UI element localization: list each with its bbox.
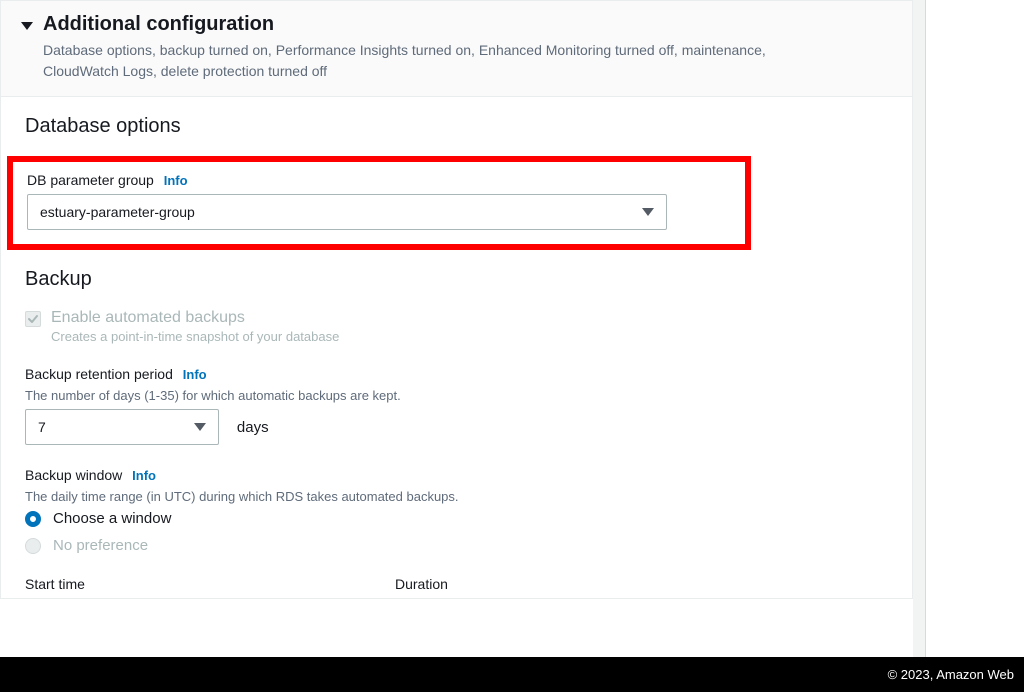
backup-window-block: Backup window Info The daily time range … [25, 467, 888, 554]
dropdown-triangle-icon [642, 208, 654, 216]
backup-window-nopref-row: No preference [25, 537, 888, 554]
backup-retention-select[interactable]: 7 [25, 409, 219, 445]
db-parameter-group-label: DB parameter group Info [27, 172, 731, 188]
enable-automated-backups-label: Enable automated backups [51, 309, 339, 327]
backup-window-choose-row[interactable]: Choose a window [25, 510, 888, 527]
panel-header[interactable]: Additional configuration Database option… [1, 1, 912, 97]
panel-subtitle: Database options, backup turned on, Perf… [43, 40, 843, 82]
radio-no-preference [25, 538, 41, 554]
duration-label: Duration [395, 576, 765, 592]
backup-retention-info-link[interactable]: Info [183, 367, 207, 382]
db-parameter-group-label-text: DB parameter group [27, 172, 154, 188]
backup-retention-value: 7 [38, 419, 194, 435]
additional-configuration-panel: Additional configuration Database option… [0, 0, 913, 599]
caret-down-icon [21, 22, 33, 30]
check-icon [27, 313, 39, 325]
backup-window-helper: The daily time range (in UTC) during whi… [25, 489, 888, 504]
database-options-heading: Database options [25, 115, 888, 138]
backup-retention-block: Backup retention period Info The number … [25, 366, 888, 445]
backup-retention-label-row: Backup retention period Info [25, 366, 888, 382]
db-parameter-group-value: estuary-parameter-group [40, 204, 642, 220]
radio-no-preference-label: No preference [53, 537, 148, 554]
footer-copyright: © 2023, Amazon Web [888, 667, 1014, 682]
time-duration-row: Start time Duration [25, 576, 888, 598]
panel-title: Additional configuration [43, 13, 843, 36]
radio-choose-window[interactable] [25, 511, 41, 527]
db-parameter-group-select[interactable]: estuary-parameter-group [27, 194, 667, 230]
footer: © 2023, Amazon Web [0, 657, 1024, 692]
radio-choose-window-label: Choose a window [53, 510, 171, 527]
enable-automated-backups-helper: Creates a point-in-time snapshot of your… [51, 329, 339, 344]
backup-heading: Backup [25, 268, 888, 291]
start-time-label: Start time [25, 576, 395, 592]
right-gutter [913, 0, 926, 657]
db-parameter-group-info-link[interactable]: Info [164, 173, 188, 188]
backup-window-label: Backup window [25, 467, 122, 483]
dropdown-triangle-icon [194, 423, 206, 431]
backup-retention-unit: days [237, 419, 269, 436]
backup-window-info-link[interactable]: Info [132, 468, 156, 483]
backup-retention-label: Backup retention period [25, 366, 173, 382]
enable-automated-backups-row: Enable automated backups Creates a point… [25, 309, 888, 344]
db-parameter-group-highlight: DB parameter group Info estuary-paramete… [7, 156, 751, 250]
backup-retention-helper: The number of days (1-35) for which auto… [25, 388, 888, 403]
backup-window-label-row: Backup window Info [25, 467, 888, 483]
enable-automated-backups-checkbox [25, 311, 41, 327]
